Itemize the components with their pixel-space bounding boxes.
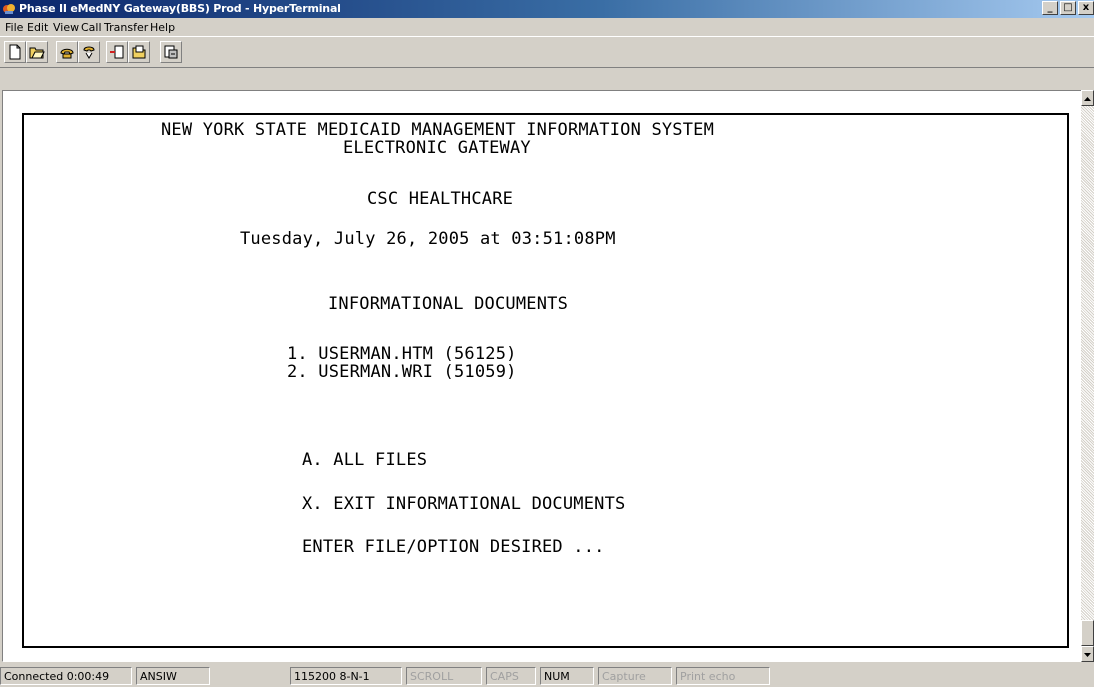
title-bar[interactable]: Phase II eMedNY Gateway(BBS) Prod - Hype…: [0, 0, 1094, 18]
session-datetime: Tuesday, July 26, 2005 at 03:51:08PM: [240, 229, 616, 249]
section-title: INFORMATIONAL DOCUMENTS: [328, 294, 569, 314]
vertical-scrollbar[interactable]: [1081, 90, 1094, 662]
status-print-echo: Print echo: [676, 667, 770, 685]
open-icon[interactable]: [26, 41, 48, 63]
header-line-2: ELECTRONIC GATEWAY: [343, 138, 531, 158]
header-line-1: NEW YORK STATE MEDICAID MANAGEMENT INFOR…: [161, 120, 715, 140]
input-prompt: ENTER FILE/OPTION DESIRED ...: [302, 537, 605, 557]
maximize-button[interactable]: □: [1060, 1, 1076, 15]
receive-icon[interactable]: [128, 41, 150, 63]
send-icon[interactable]: [106, 41, 128, 63]
scroll-thumb[interactable]: [1081, 620, 1094, 646]
file-option-1: 1. USERMAN.HTM (56125): [287, 344, 517, 364]
menu-view[interactable]: View: [53, 21, 79, 34]
close-button[interactable]: x: [1078, 1, 1094, 15]
menu-call[interactable]: Call: [81, 21, 102, 34]
status-connection: Connected 0:00:49: [0, 667, 132, 685]
status-num: NUM: [540, 667, 594, 685]
menu-file[interactable]: File: [5, 21, 23, 34]
option-exit: X. EXIT INFORMATIONAL DOCUMENTS: [302, 494, 626, 514]
status-scroll: SCROLL: [406, 667, 482, 685]
status-bar: Connected 0:00:49 ANSIW 115200 8-N-1 SCR…: [0, 664, 1094, 687]
scroll-down-button[interactable]: [1081, 646, 1094, 662]
menu-edit[interactable]: Edit: [27, 21, 48, 34]
terminal-border: [22, 113, 1069, 648]
connect-icon[interactable]: [56, 41, 78, 63]
new-icon[interactable]: [4, 41, 26, 63]
window-title: Phase II eMedNY Gateway(BBS) Prod - Hype…: [19, 2, 341, 15]
menu-bar: File Edit View Call Transfer Help: [0, 18, 1094, 36]
company-name: CSC HEALTHCARE: [367, 189, 514, 209]
option-all-files: A. ALL FILES: [302, 450, 428, 470]
disconnect-icon[interactable]: [78, 41, 100, 63]
minimize-button[interactable]: _: [1042, 1, 1058, 15]
hyperterminal-app-icon[interactable]: [2, 2, 16, 16]
menu-help[interactable]: Help: [150, 21, 175, 34]
toolbar: [0, 36, 1094, 68]
menu-transfer[interactable]: Transfer: [104, 21, 148, 34]
status-emulation: ANSIW: [136, 667, 210, 685]
scroll-up-button[interactable]: [1081, 90, 1094, 106]
file-option-2: 2. USERMAN.WRI (51059): [287, 362, 517, 382]
status-capture: Capture: [598, 667, 672, 685]
status-port-settings: 115200 8-N-1: [290, 667, 402, 685]
properties-icon[interactable]: [160, 41, 182, 63]
status-caps: CAPS: [486, 667, 536, 685]
